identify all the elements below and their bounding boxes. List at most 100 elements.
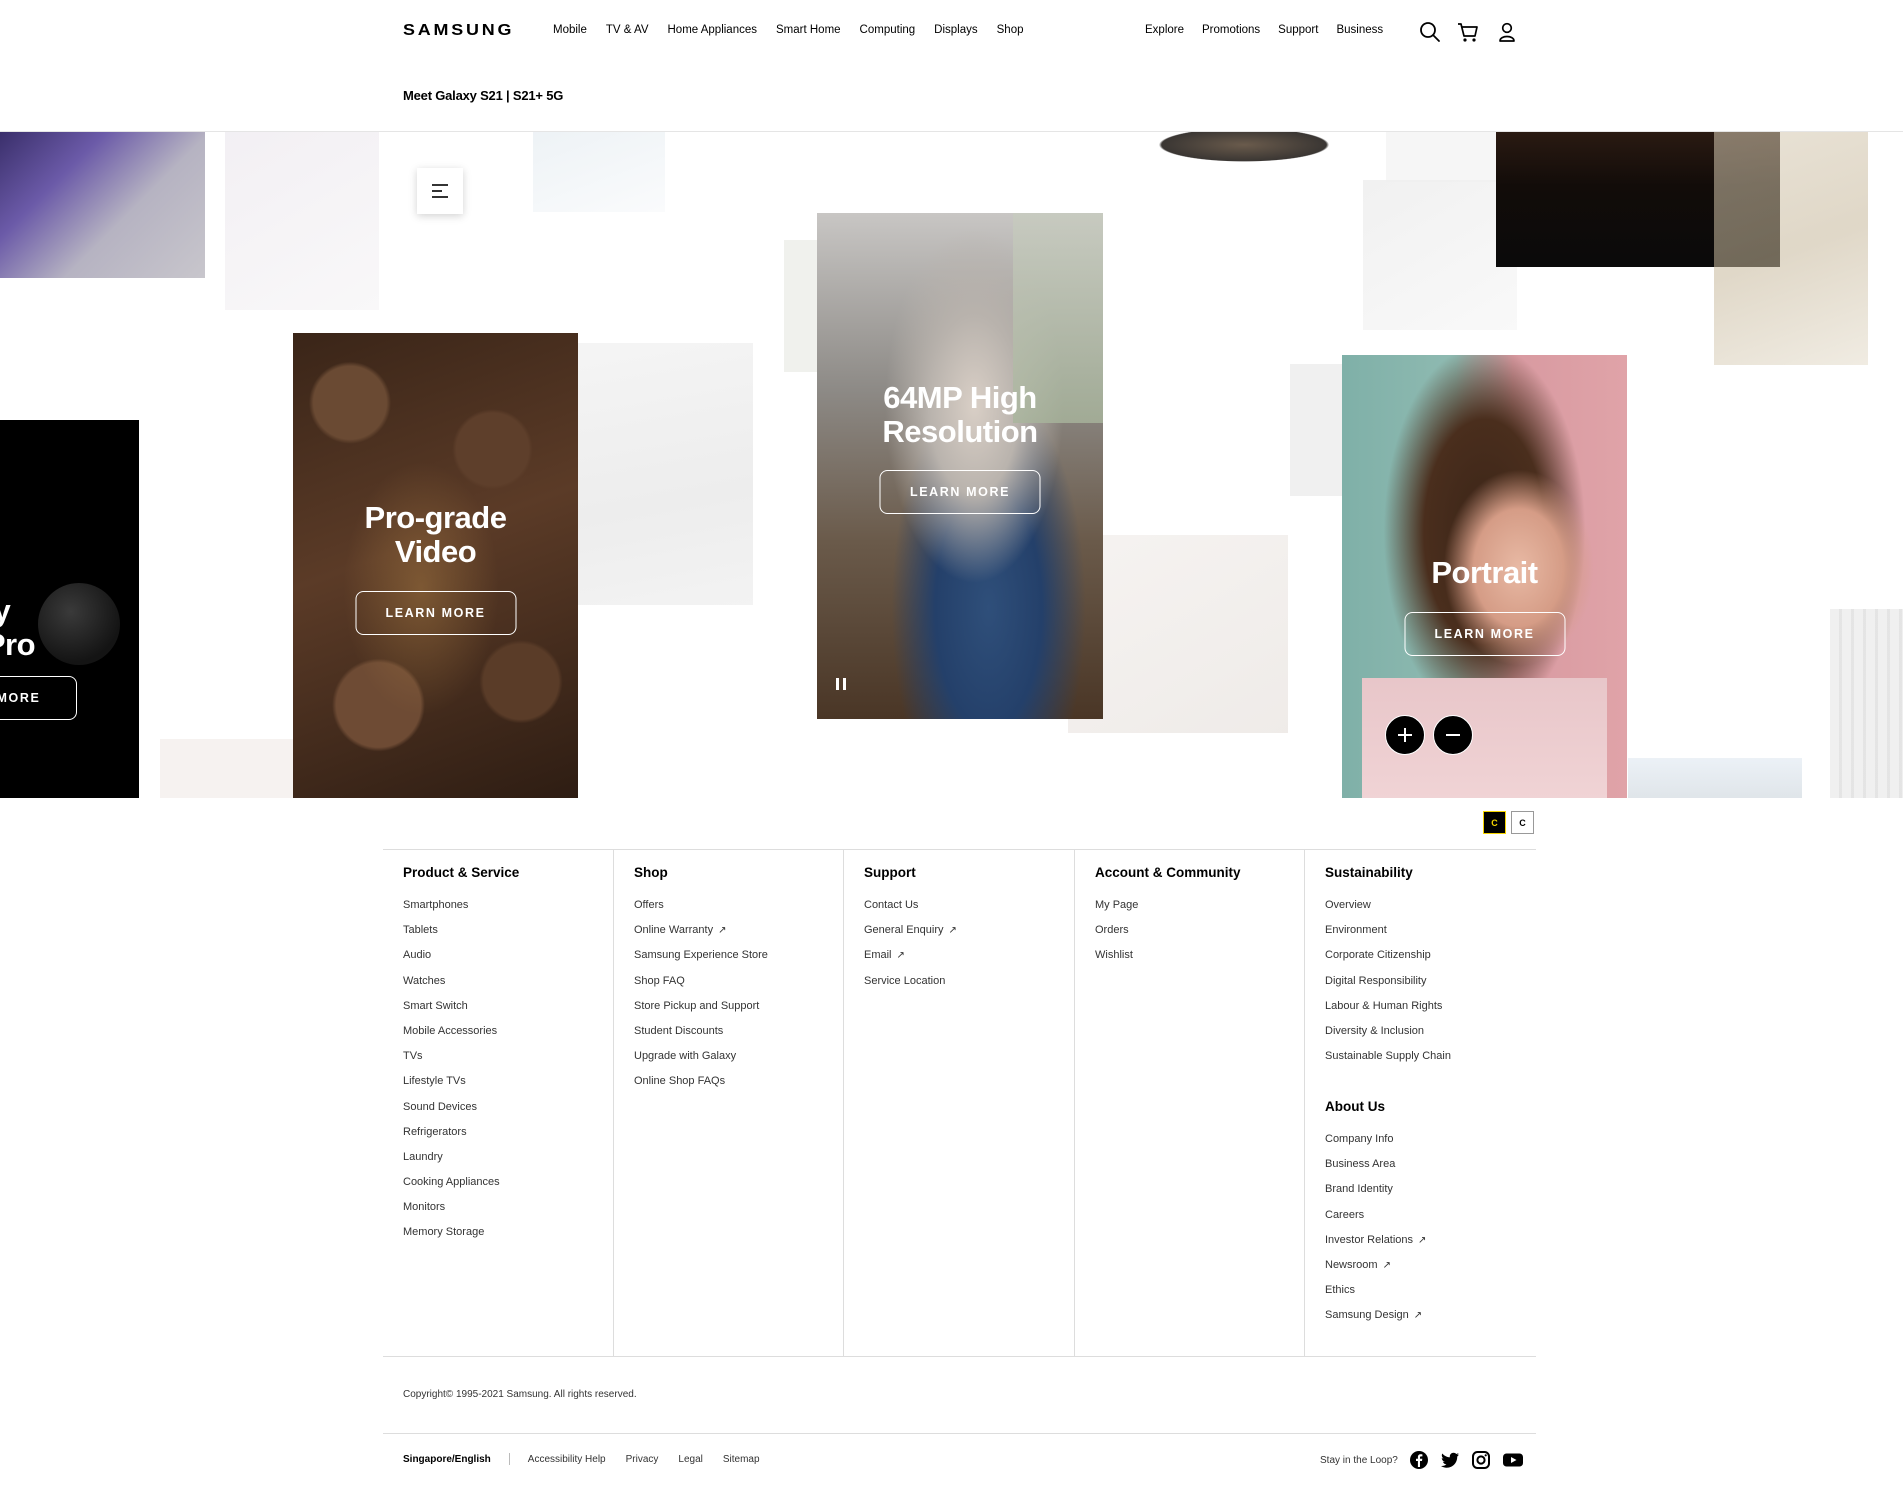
collage-menu-button[interactable] [417,168,463,214]
footer-link-external[interactable]: Newsroom [1325,1259,1391,1271]
nav-smart-home[interactable]: Smart Home [776,24,841,36]
footer-link[interactable]: Upgrade with Galaxy [634,1049,768,1074]
menu-icon [432,184,448,198]
zoom-in-button[interactable] [1385,715,1425,755]
footer-heading: Support [864,865,916,880]
facebook-icon[interactable] [1409,1450,1429,1470]
learn-more-button[interactable]: LEARN MORE [1404,612,1565,656]
zoom-out-button[interactable] [1433,715,1473,755]
footer-link[interactable]: Sustainable Supply Chain [1325,1049,1451,1074]
nav-business[interactable]: Business [1336,24,1383,36]
footer-link[interactable]: Contact Us [864,898,957,923]
region-language-selector[interactable]: Singapore/English [403,1454,491,1465]
footer-link[interactable]: Wishlist [1095,948,1138,973]
footer-link[interactable]: Sound Devices [403,1100,500,1125]
footer-link[interactable]: TVs [403,1049,500,1074]
footer-link[interactable]: Laundry [403,1150,500,1175]
footer-link[interactable]: Shop FAQ [634,974,768,999]
nav-shop[interactable]: Shop [997,24,1024,36]
footer-link[interactable]: Mobile Accessories [403,1024,500,1049]
user-icon[interactable] [1495,20,1519,44]
normal-contrast-toggle[interactable]: C [1511,811,1534,834]
copyright-text: Copyright© 1995-2021 Samsung. All rights… [403,1389,637,1400]
footer-link[interactable]: Samsung Experience Store [634,948,768,973]
nav-displays[interactable]: Displays [934,24,977,36]
accessibility-help-link[interactable]: Accessibility Help [528,1454,606,1465]
footer-link[interactable]: Store Pickup and Support [634,999,768,1024]
footer-link[interactable]: Diversity & Inclusion [1325,1024,1451,1049]
footer-link[interactable]: Online Shop FAQs [634,1074,768,1099]
footer-link-external[interactable]: General Enquiry [864,924,957,936]
footer-link[interactable]: Lifestyle TVs [403,1074,500,1099]
global-header: SAMSUNG Mobile TV & AV Home Appliances S… [0,0,1903,132]
footer-link[interactable]: Refrigerators [403,1125,500,1150]
footer-link[interactable]: Service Location [864,974,957,999]
bg-tile [1628,758,1802,798]
bg-tile [1714,132,1868,365]
legal-link[interactable]: Legal [678,1454,702,1465]
footer-link[interactable]: Digital Responsibility [1325,974,1451,999]
product-subnav-title[interactable]: Meet Galaxy S21 | S21+ 5G [403,88,563,103]
footer-link[interactable]: Orders [1095,923,1138,948]
nav-computing[interactable]: Computing [860,24,916,36]
footer-link[interactable]: Environment [1325,923,1451,948]
pause-icon[interactable] [835,677,847,691]
footer-link-external[interactable]: Samsung Design [1325,1309,1422,1321]
samsung-logo[interactable]: SAMSUNG [403,22,514,40]
nav-tv-av[interactable]: TV & AV [606,24,649,36]
high-contrast-toggle[interactable]: C [1483,811,1506,834]
nav-explore[interactable]: Explore [1145,24,1184,36]
footer-link[interactable]: My Page [1095,898,1138,923]
footer-link[interactable]: Monitors [403,1200,500,1225]
divider [383,1356,1536,1357]
footer-link-external[interactable]: Online Warranty [634,924,726,936]
footer-link[interactable]: Ethics [1325,1283,1426,1308]
footer-heading-about-us: About Us [1325,1099,1385,1114]
nav-promotions[interactable]: Promotions [1202,24,1260,36]
footer-link[interactable]: Company Info [1325,1132,1426,1157]
footer-link[interactable]: Smartphones [403,898,500,923]
bg-tile [225,132,379,310]
footer-link[interactable]: Offers [634,898,768,923]
nav-mobile[interactable]: Mobile [553,24,587,36]
search-icon[interactable] [1418,20,1442,44]
footer-link-external[interactable]: Email [864,949,905,961]
nav-support[interactable]: Support [1278,24,1318,36]
footer-column-product-service: Product & Service Smartphones Tablets Au… [383,849,613,1356]
footer-link[interactable]: Watches [403,974,500,999]
footer-link[interactable]: Student Discounts [634,1024,768,1049]
footer-link[interactable]: Audio [403,948,500,973]
card-title-line1: Pro-grade [364,500,507,535]
footer-link-external[interactable]: Investor Relations [1325,1234,1426,1246]
footer-link[interactable]: Memory Storage [403,1225,500,1250]
footer-link[interactable]: Business Area [1325,1157,1426,1182]
utility-nav: Explore Promotions Support Business [1145,24,1401,36]
footer-heading: Product & Service [403,865,520,880]
bg-tile [533,132,665,212]
instagram-icon[interactable] [1471,1450,1491,1470]
footer-heading: Shop [634,865,668,880]
footer-link[interactable]: Smart Switch [403,999,500,1024]
learn-more-button[interactable]: LEARN MORE [355,591,516,635]
bg-tile [1363,180,1517,330]
social-links: Stay in the Loop? [1320,1450,1524,1470]
sitemap-link[interactable]: Sitemap [723,1454,760,1465]
learn-more-button[interactable]: LEARN MORE [879,470,1041,514]
twitter-icon[interactable] [1440,1450,1460,1470]
learn-more-button[interactable]: MORE [0,676,77,720]
footer-link[interactable]: Brand Identity [1325,1182,1426,1207]
footer-link[interactable]: Corporate Citizenship [1325,948,1451,973]
footer-heading: Account & Community [1095,865,1241,880]
footer-link[interactable]: Tablets [403,923,500,948]
footer-link[interactable]: Careers [1325,1208,1426,1233]
privacy-link[interactable]: Privacy [626,1454,659,1465]
footer-link[interactable]: Overview [1325,898,1451,923]
card-title-line1: 64MP High [883,380,1037,415]
youtube-icon[interactable] [1502,1450,1524,1470]
footer-link[interactable]: Cooking Appliances [403,1175,500,1200]
nav-home-appliances[interactable]: Home Appliances [668,24,758,36]
divider [383,1433,1536,1434]
cart-icon[interactable] [1456,20,1480,44]
feature-card-pro-grade-video: Pro-grade Video LEARN MORE [293,333,578,798]
footer-link[interactable]: Labour & Human Rights [1325,999,1451,1024]
